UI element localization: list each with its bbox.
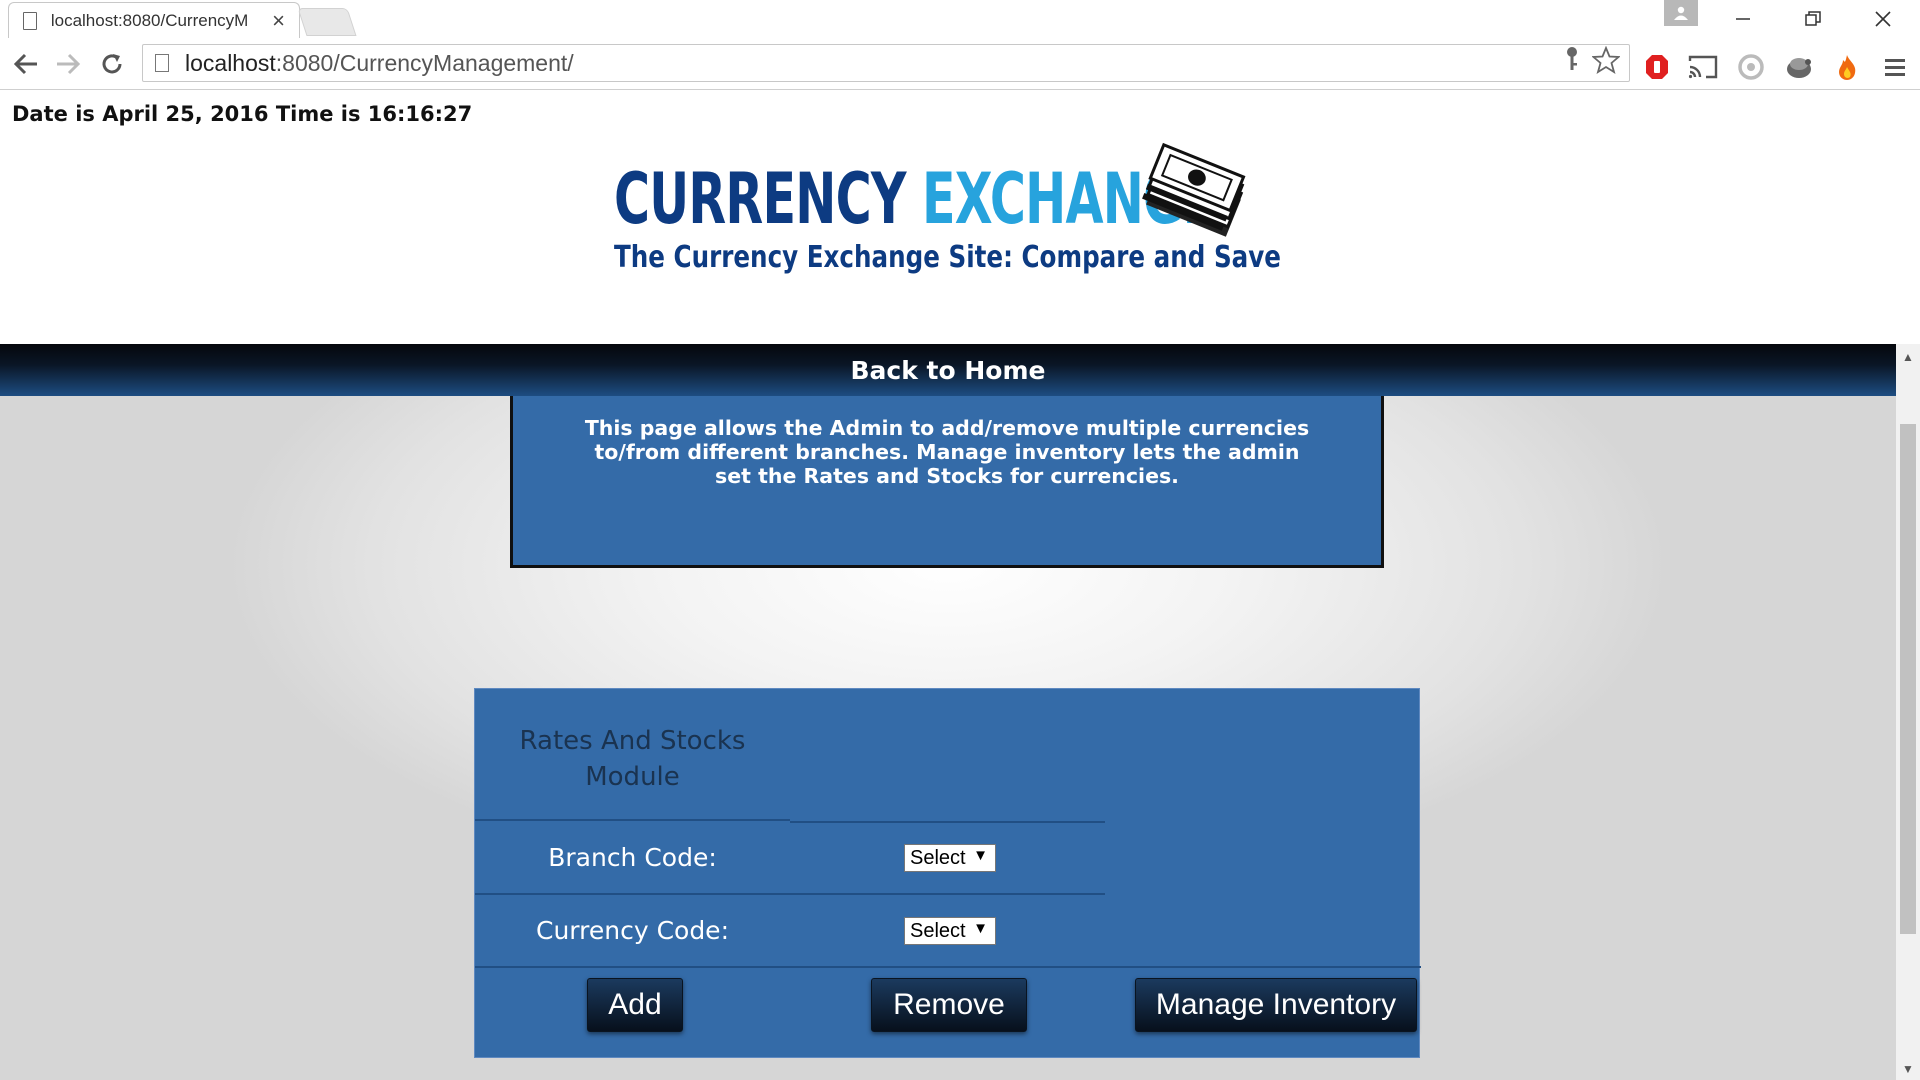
datetime-text: Date is April 25, 2016 Time is 16:16:27 (12, 102, 473, 126)
chrome-menu-icon[interactable] (1880, 52, 1910, 82)
scroll-up-arrow-icon[interactable]: ▲ (1896, 350, 1920, 364)
dropdown-arrow-icon: ▼ (973, 847, 988, 864)
currency-code-label: Currency Code: (535, 916, 729, 945)
forward-arrow-icon[interactable] (52, 48, 84, 80)
info-panel: This page allows the Admin to add/remove… (510, 396, 1384, 568)
close-window-icon[interactable] (1858, 2, 1908, 36)
back-to-home-link[interactable]: Back to Home (0, 344, 1896, 396)
profile-icon[interactable] (1664, 0, 1698, 26)
minimize-icon[interactable] (1718, 2, 1768, 36)
scrollbar-thumb[interactable] (1900, 424, 1916, 934)
cast-icon[interactable] (1688, 52, 1718, 82)
adblock-icon[interactable] (1642, 52, 1672, 82)
divider (475, 819, 790, 821)
url-text: localhost:8080/CurrencyManagement/ (185, 49, 574, 76)
module-title: Rates And Stocks Module (519, 726, 746, 792)
extension-ring-icon[interactable] (1736, 52, 1766, 82)
close-tab-icon[interactable]: × (272, 9, 285, 32)
address-bar[interactable]: localhost:8080/CurrencyManagement/ (142, 44, 1630, 82)
divider (475, 893, 1105, 895)
page-icon (23, 11, 37, 30)
reload-icon[interactable] (96, 48, 128, 80)
add-button[interactable]: Add (587, 978, 683, 1032)
back-to-home-label: Back to Home (850, 355, 1046, 385)
restore-icon[interactable] (1788, 2, 1838, 36)
back-arrow-icon[interactable] (10, 48, 42, 80)
bookmark-star-icon[interactable] (1591, 45, 1621, 81)
manage-inventory-button[interactable]: Manage Inventory (1135, 978, 1417, 1032)
browser-tab[interactable]: localhost:8080/CurrencyM × (8, 2, 300, 38)
money-stack-icon (1142, 142, 1246, 237)
scroll-down-arrow-icon[interactable]: ▼ (1896, 1062, 1920, 1076)
globe-extension-icon[interactable] (1784, 52, 1814, 82)
branch-code-select[interactable]: Select ▼ (904, 844, 996, 872)
remove-button[interactable]: Remove (871, 978, 1027, 1032)
browser-tab-bar: localhost:8080/CurrencyM × (0, 0, 1920, 38)
page-viewport: Date is April 25, 2016 Time is 16:16:27 … (0, 90, 1896, 1080)
logo-title: CURRENCY EXCHANGE (614, 158, 1216, 240)
rates-stocks-module: Rates And Stocks Module Branch Code: Sel… (474, 688, 1421, 1058)
branch-code-value: Select (910, 846, 966, 869)
key-icon[interactable] (1564, 46, 1580, 79)
currency-code-value: Select (910, 919, 966, 942)
dropdown-arrow-icon: ▼ (973, 920, 988, 937)
divider (475, 966, 1421, 968)
divider (790, 821, 1105, 823)
page-icon (155, 54, 169, 72)
currency-code-select[interactable]: Select ▼ (904, 917, 996, 945)
currency-exchange-logo: CURRENCY EXCHANGE The Currency Exchange … (610, 138, 1281, 278)
fire-extension-icon[interactable] (1832, 52, 1862, 82)
new-tab-button[interactable] (297, 8, 357, 36)
tab-title: localhost:8080/CurrencyM (50, 10, 249, 30)
page-scrollbar[interactable]: ▲ ▼ (1896, 344, 1920, 1080)
branch-code-label: Branch Code: (548, 843, 717, 872)
info-text: This page allows the Admin to add/remove… (584, 416, 1310, 488)
browser-toolbar: localhost:8080/CurrencyManagement/ (0, 38, 1920, 90)
